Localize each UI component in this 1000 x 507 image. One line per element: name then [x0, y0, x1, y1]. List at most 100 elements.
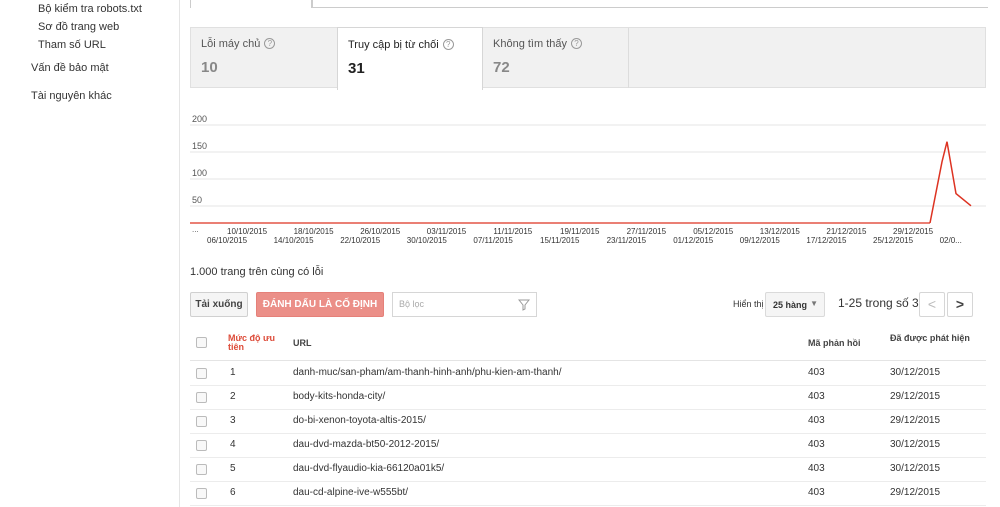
x-tick-label: 26/10/2015	[360, 227, 401, 236]
row-url[interactable]: body-kits-honda-city/	[293, 391, 385, 402]
x-tick-label: 22/10/2015	[340, 236, 381, 245]
filter-icon[interactable]	[517, 298, 531, 316]
row-checkbox[interactable]	[196, 440, 207, 451]
row-detected: 29/12/2015	[890, 487, 941, 498]
col-url[interactable]: URL	[293, 339, 312, 348]
x-tick-label: 23/11/2015	[607, 236, 647, 245]
x-tick-label: 14/10/2015	[274, 236, 315, 245]
row-url[interactable]: danh-muc/san-pham/am-thanh-hinh-anh/phu-…	[293, 367, 561, 378]
top-tab-underline	[311, 7, 988, 8]
x-tick-label: 27/11/2015	[627, 227, 667, 236]
row-response-code: 403	[808, 439, 825, 450]
row-checkbox[interactable]	[196, 488, 207, 499]
tab-label: Không tìm thấy	[493, 38, 567, 50]
x-tick-label: 10/10/2015	[227, 227, 268, 236]
tab-server-error[interactable]: Lỗi máy chủ? 10	[191, 27, 337, 89]
help-icon[interactable]: ?	[571, 38, 582, 49]
help-icon[interactable]: ?	[442, 39, 454, 50]
row-checkbox[interactable]	[196, 464, 207, 475]
previous-page-button[interactable]: <	[919, 292, 945, 317]
x-ellipsis: ...	[192, 225, 199, 234]
row-checkbox[interactable]	[196, 416, 207, 427]
row-priority: 1	[230, 367, 236, 378]
tab-not-found[interactable]: Không tìm thấy? 72	[483, 27, 629, 89]
rows-per-page-select[interactable]: 25 hàng ▼	[765, 292, 825, 317]
row-url[interactable]: dau-dvd-mazda-bt50-2012-2015/	[293, 439, 439, 450]
x-tick-label: 07/11/2015	[473, 236, 513, 245]
download-button[interactable]: Tải xuống	[190, 292, 248, 317]
rows-per-page-value: 25 hàng	[773, 300, 808, 310]
x-tick-label: 18/10/2015	[294, 227, 335, 236]
chevron-down-icon: ▼	[810, 299, 818, 308]
col-priority[interactable]: Mức độ ưu tiên	[228, 334, 280, 352]
tab-access-denied-count: 31	[348, 60, 365, 77]
sidebar-item-robots-tester[interactable]: Bộ kiểm tra robots.txt	[38, 3, 142, 15]
col-detected[interactable]: Đã được phát hiện	[890, 334, 970, 343]
tab-access-denied-label: Truy cập bị từ chối?	[348, 39, 454, 51]
table-row[interactable]: 6 dau-cd-alpine-ive-w555bt/ 403 29/12/20…	[190, 481, 986, 506]
table-row[interactable]: 3 do-bi-xenon-toyota-altis-2015/ 403 29/…	[190, 409, 986, 434]
y-tick-label: 50	[192, 195, 202, 205]
row-detected: 30/12/2015	[890, 367, 941, 378]
select-all-checkbox[interactable]	[196, 337, 207, 348]
table-row[interactable]: 1 danh-muc/san-pham/am-thanh-hinh-anh/ph…	[190, 361, 986, 386]
row-url[interactable]: do-bi-xenon-toyota-altis-2015/	[293, 415, 426, 426]
x-tick-label: 15/11/2015	[540, 236, 580, 245]
x-tick-label: 09/12/2015	[740, 236, 781, 245]
x-tick-label: 13/12/2015	[760, 227, 801, 236]
row-priority: 5	[230, 463, 236, 474]
x-tick-label: 29/12/2015	[893, 227, 934, 236]
y-tick-label: 100	[192, 168, 207, 178]
x-tick-label: 19/11/2015	[560, 227, 600, 236]
sidebar-item-security-issues[interactable]: Vấn đề bảo mật	[31, 62, 109, 74]
table-row[interactable]: 4 dau-dvd-mazda-bt50-2012-2015/ 403 30/1…	[190, 433, 986, 458]
series-line	[929, 141, 972, 224]
sidebar-item-other-resources[interactable]: Tài nguyên khác	[31, 90, 112, 102]
x-tick-label: 01/12/2015	[673, 236, 714, 245]
mark-as-fixed-button[interactable]: ĐÁNH DẤU LÀ CỐ ĐỊNH (0)	[256, 292, 384, 334]
row-priority: 2	[230, 391, 236, 402]
x-tick-label: 25/12/2015	[873, 236, 914, 245]
top-tab-strip	[190, 0, 990, 8]
sidebar-item-url-parameters[interactable]: Tham số URL	[38, 39, 106, 51]
tab-not-found-label: Không tìm thấy?	[493, 38, 582, 50]
col-response-code[interactable]: Mã phản hồi	[808, 339, 861, 348]
row-url[interactable]: dau-dvd-flyaudio-kia-66120a01k5/	[293, 463, 444, 474]
row-detected: 29/12/2015	[890, 415, 941, 426]
row-response-code: 403	[808, 367, 825, 378]
filter-placeholder: Bộ lọc	[399, 299, 425, 309]
x-tick-label: 30/10/2015	[407, 236, 448, 245]
tab-separator	[628, 28, 629, 88]
chart-svg: 200 150 100 50... 10/10/2015 18/10/2015 26/10/…	[190, 114, 986, 245]
row-url[interactable]: dau-cd-alpine-ive-w555bt/	[293, 487, 408, 498]
sidebar-item-sitemaps[interactable]: Sơ đồ trang web	[38, 21, 119, 33]
table-row[interactable]: 2 body-kits-honda-city/ 403 29/12/2015	[190, 385, 986, 410]
x-tick-label: 02/0...	[940, 236, 962, 245]
row-detected: 29/12/2015	[890, 391, 941, 402]
tab-not-found-count: 72	[493, 59, 510, 76]
help-icon[interactable]: ?	[264, 38, 276, 49]
row-priority: 4	[230, 439, 236, 450]
row-checkbox[interactable]	[196, 368, 207, 379]
x-tick-label: 05/12/2015	[693, 227, 734, 236]
error-trend-chart: 200 150 100 50... 10/10/2015 18/10/2015 26/10/…	[190, 106, 986, 256]
tab-server-error-label: Lỗi máy chủ?	[201, 38, 276, 50]
table-header: Mức độ ưu tiên URL Mã phản hồi Đã được p…	[190, 326, 986, 361]
tab-access-denied[interactable]: Truy cập bị từ chối? 31	[337, 27, 483, 90]
row-response-code: 403	[808, 391, 825, 402]
x-tick-label: 17/12/2015	[806, 236, 847, 245]
row-response-code: 403	[808, 463, 825, 474]
filter-input[interactable]: Bộ lọc	[392, 292, 537, 317]
tab-label: Truy cập bị từ chối	[348, 39, 439, 51]
error-category-tabs: Lỗi máy chủ? 10 Truy cập bị từ chối? 31 …	[190, 27, 986, 90]
next-page-button[interactable]: >	[947, 292, 973, 317]
top-tab-active[interactable]	[190, 0, 313, 8]
pagination-info: 1-25 trong số 31	[838, 296, 926, 310]
table-row[interactable]: 5 dau-dvd-flyaudio-kia-66120a01k5/ 403 3…	[190, 457, 986, 482]
row-response-code: 403	[808, 415, 825, 426]
sidebar-divider	[179, 0, 180, 507]
row-checkbox[interactable]	[196, 392, 207, 403]
x-tick-label: 03/11/2015	[427, 227, 467, 236]
tab-label: Lỗi máy chủ	[201, 38, 261, 50]
y-tick-label: 150	[192, 141, 207, 151]
